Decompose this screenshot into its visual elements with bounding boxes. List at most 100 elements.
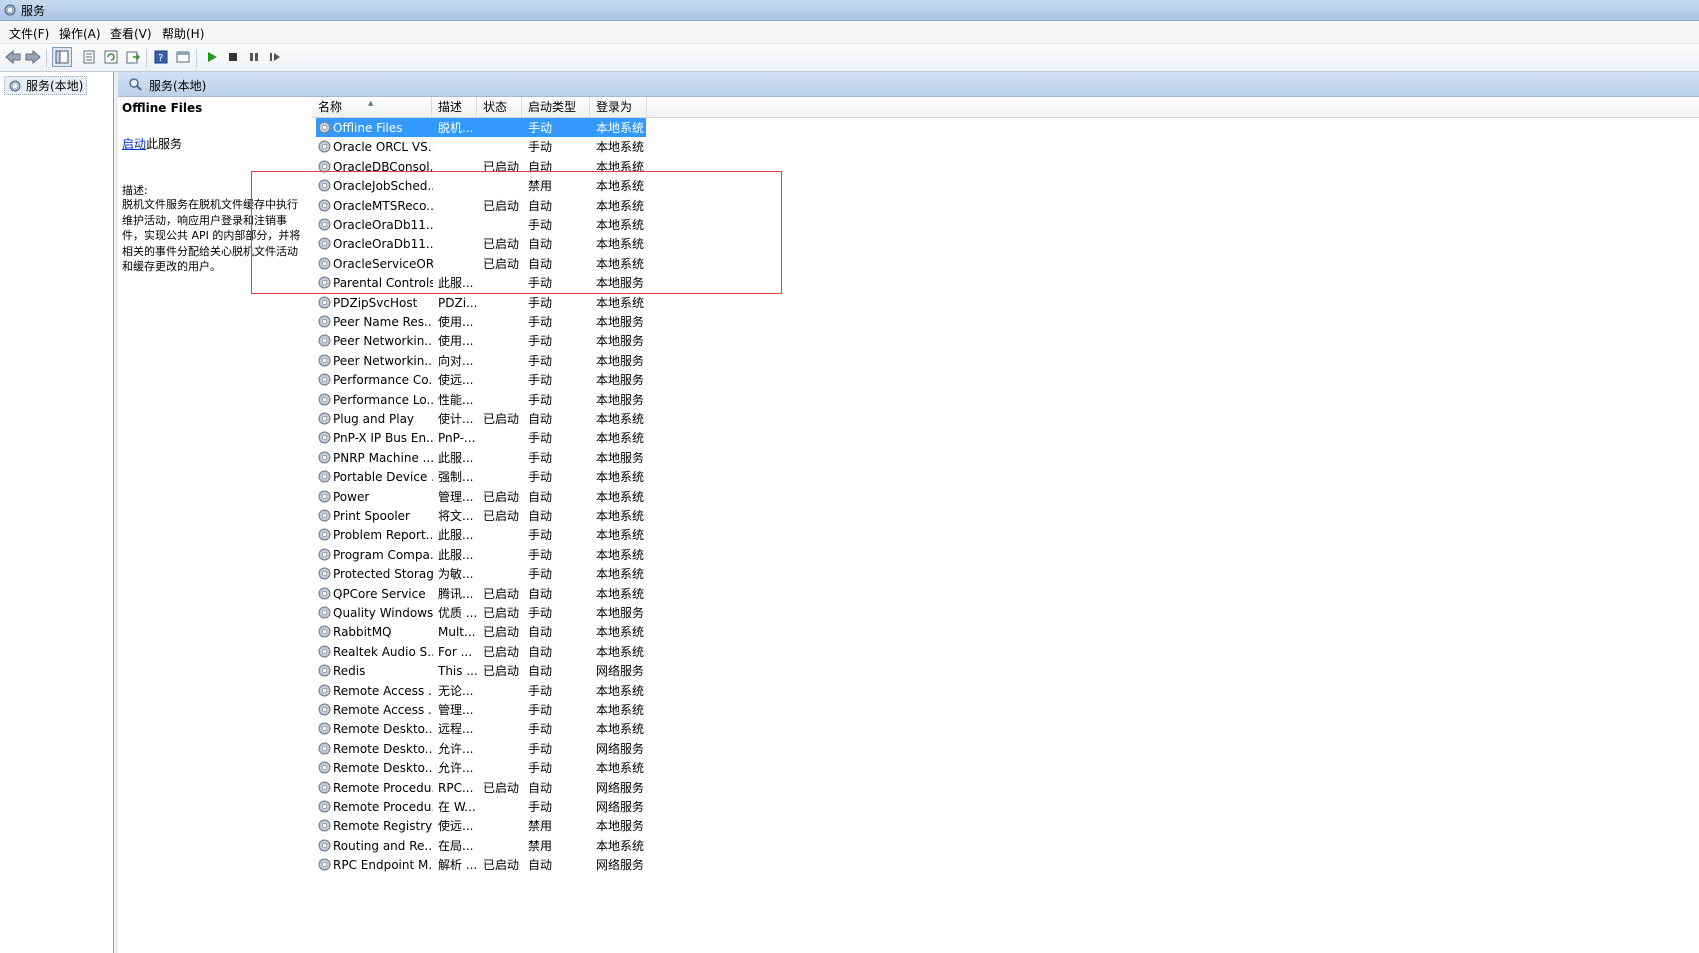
service-gear-icon <box>318 257 331 270</box>
service-status-cell <box>483 818 523 834</box>
table-row[interactable]: RPC Endpoint M... 解析 ... 已启动 自动 网络服务 <box>312 855 1699 874</box>
service-name-cell: OracleJobSched... <box>333 179 433 194</box>
column-header-startup-type[interactable]: 启动类型 <box>522 97 590 117</box>
service-logon-cell: 本地系统 <box>596 470 645 485</box>
service-gear-icon <box>318 199 331 212</box>
service-status-cell <box>483 275 523 291</box>
table-row[interactable]: Remote Access ... 无论... 手动 本地系统 <box>312 681 1699 700</box>
service-logon-cell: 本地系统 <box>596 703 645 717</box>
console-window-icon[interactable] <box>173 47 193 67</box>
refresh-icon[interactable] <box>101 47 121 67</box>
table-row[interactable]: Realtek Audio S... For ... 已启动 自动 本地系统 <box>312 642 1699 661</box>
service-name-cell: Remote Access ... <box>333 683 433 698</box>
table-row[interactable]: Portable Device ... 强制... 手动 本地系统 <box>312 467 1699 486</box>
service-status-cell <box>483 721 523 737</box>
table-row[interactable]: Redis This ... 已启动 自动 网络服务 <box>312 661 1699 680</box>
table-row[interactable]: Offline Files 脱机... 手动 本地系统 <box>312 118 1699 137</box>
table-row[interactable]: OracleOraDb11... 手动 本地系统 <box>312 215 1699 234</box>
service-gear-icon <box>318 548 331 561</box>
table-row[interactable]: Oracle ORCL VS... 手动 本地系统 <box>312 137 1699 156</box>
service-gear-icon <box>318 528 331 541</box>
column-header-name[interactable]: 名称 ▲ <box>312 97 432 117</box>
service-status-cell <box>483 683 523 699</box>
table-row[interactable]: OracleMTSReco... 已启动 自动 本地系统 <box>312 196 1699 215</box>
service-description-cell: 脱机... <box>438 121 474 135</box>
service-gear-icon <box>318 587 331 600</box>
table-row[interactable]: Remote Deskto... 远程... 手动 本地系统 <box>312 719 1699 738</box>
table-row[interactable]: PnP-X IP Bus En... PnP-... 手动 本地系统 <box>312 428 1699 447</box>
tree-node-label: 服务(本地) <box>26 79 84 93</box>
service-status-cell: 已启动 <box>483 489 520 504</box>
service-status-cell: 已启动 <box>483 644 520 659</box>
column-header-status[interactable]: 状态 <box>477 97 522 117</box>
table-row[interactable]: RabbitMQ Mult... 已启动 自动 本地系统 <box>312 622 1699 641</box>
tree-node-services-local[interactable]: 服务(本地) <box>4 76 88 95</box>
service-status-cell <box>483 120 523 136</box>
table-row[interactable]: OracleDBConsol... 已启动 自动 本地系统 <box>312 157 1699 176</box>
table-row[interactable]: Protected Storage 为敏... 手动 本地系统 <box>312 564 1699 583</box>
menu-action[interactable]: 操作(A) <box>59 25 101 42</box>
export-list-icon[interactable] <box>123 47 143 67</box>
table-row[interactable]: OracleServiceOR... 已启动自动 本地系统 <box>312 254 1699 273</box>
service-logon-cell: 本地系统 <box>596 586 645 601</box>
column-header-description[interactable]: 描述 <box>432 97 477 117</box>
service-startup-type-cell: 手动 <box>528 722 553 737</box>
table-row[interactable]: Performance Co... 使远... 手动 本地服务 <box>312 370 1699 389</box>
service-status-cell <box>483 295 523 311</box>
service-name-cell: Peer Networkin... <box>333 334 433 349</box>
service-gear-icon <box>318 451 331 464</box>
service-description-cell: 使远... <box>438 373 474 388</box>
table-row[interactable]: Remote Procedu... 在 W... 手动 网络服务 <box>312 797 1699 816</box>
table-row[interactable]: Peer Name Res... 使用... 手动 本地服务 <box>312 312 1699 331</box>
table-row[interactable]: QPCore Service 腾讯... 已启动 自动 本地系统 <box>312 584 1699 603</box>
service-gear-icon <box>318 140 331 153</box>
table-row[interactable]: Peer Networkin... 向对... 手动 本地服务 <box>312 351 1699 370</box>
table-row[interactable]: Remote Deskto... 允许... 手动 本地系统 <box>312 758 1699 777</box>
service-status-cell <box>483 741 523 757</box>
start-service-icon[interactable] <box>202 47 222 67</box>
table-row[interactable]: Problem Report... 此服... 手动 本地系统 <box>312 525 1699 544</box>
help-icon[interactable]: ? <box>151 47 171 67</box>
table-row[interactable]: Plug and Play 使计... 已启动 自动 本地系统 <box>312 409 1699 428</box>
table-row[interactable]: Performance Lo... 性能... 手动 本地服务 <box>312 390 1699 409</box>
service-name-cell: Remote Access ... <box>333 703 433 717</box>
service-startup-type-cell: 自动 <box>528 159 553 174</box>
table-row[interactable]: Quality Windows... 优质 ... 已启动手动 本地服务 <box>312 603 1699 622</box>
pause-service-icon[interactable] <box>244 47 264 67</box>
service-status-cell <box>483 333 523 349</box>
table-row[interactable]: Print Spooler 将文... 已启动 自动 本地系统 <box>312 506 1699 525</box>
service-gear-icon <box>318 490 331 503</box>
table-row[interactable]: Remote Procedu... RPC... 已启动 自动 网络服务 <box>312 778 1699 797</box>
service-gear-icon <box>318 625 331 638</box>
service-status-cell <box>483 353 523 369</box>
table-row[interactable]: Peer Networkin... 使用... 手动 本地服务 <box>312 331 1699 350</box>
table-row[interactable]: Routing and Re... 在局... 禁用 本地系统 <box>312 836 1699 855</box>
back-arrow-icon[interactable] <box>3 47 23 67</box>
properties-sheet-icon[interactable] <box>79 47 99 67</box>
menu-view[interactable]: 查看(V) <box>110 25 152 42</box>
table-row[interactable]: PNRP Machine ... 此服... 手动 本地服务 <box>312 448 1699 467</box>
table-row[interactable]: Power 管理... 已启动 自动 本地系统 <box>312 487 1699 506</box>
table-row[interactable]: Remote Registry 使远... 禁用 本地服务 <box>312 816 1699 835</box>
restart-service-icon[interactable] <box>265 47 285 67</box>
forward-arrow-icon[interactable] <box>23 47 43 67</box>
table-row[interactable]: PDZipSvcHost PDZi... 手动 本地系统 <box>312 293 1699 312</box>
service-gear-icon <box>318 373 331 386</box>
menu-file[interactable]: 文件(F) <box>9 25 49 42</box>
service-status-cell <box>483 547 523 563</box>
start-service-link[interactable]: 启动 <box>122 137 146 151</box>
table-row[interactable]: OracleOraDb11... 已启动 自动 本地系统 <box>312 234 1699 253</box>
table-row[interactable]: Program Compa... 此服... 手动 本地系统 <box>312 545 1699 564</box>
table-row[interactable]: Parental Controls 此服... 手动 本地服务 <box>312 273 1699 292</box>
menu-help[interactable]: 帮助(H) <box>162 25 204 42</box>
stop-service-icon[interactable] <box>223 47 243 67</box>
service-description-cell: 将文... <box>438 509 474 523</box>
show-tree-icon[interactable] <box>52 47 72 67</box>
column-header-logon-as[interactable]: 登录为 <box>590 97 647 117</box>
table-row[interactable]: Remote Access ... 管理... 手动 本地系统 <box>312 700 1699 719</box>
services-gear-icon <box>9 80 21 91</box>
service-status-cell: 已启动 <box>483 159 520 174</box>
table-row[interactable]: Remote Deskto... 允许... 手动 网络服务 <box>312 739 1699 758</box>
table-row[interactable]: OracleJobSched... 禁用 本地系统 <box>312 176 1699 195</box>
service-name-cell: Remote Procedu... <box>333 780 433 795</box>
